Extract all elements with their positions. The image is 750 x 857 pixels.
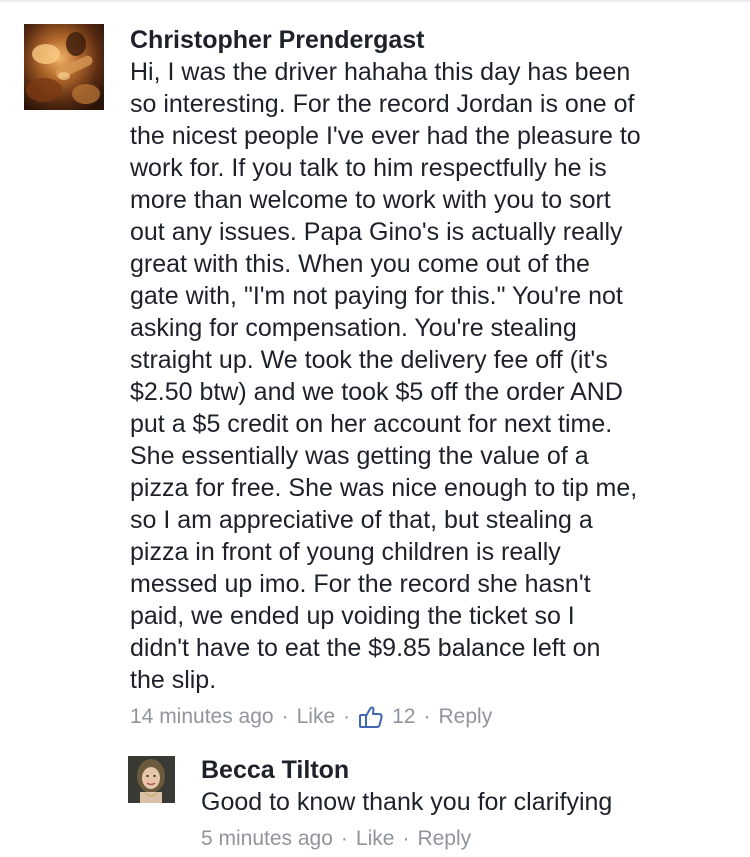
like-button[interactable]: Like xyxy=(297,702,336,732)
reaction-count[interactable]: 12 xyxy=(392,702,415,732)
comment-text-line: so I am appreciative of that, but steali… xyxy=(130,506,593,534)
comment-text-line: pizza for free. She was nice enough to t… xyxy=(130,474,638,502)
reply-button[interactable]: Reply xyxy=(417,824,471,854)
separator-dot: · xyxy=(402,827,410,850)
comment-text-line: gate with, "I'm not paying for this." Yo… xyxy=(130,282,623,310)
comment-text-line: put a $5 credit on her account for next … xyxy=(130,410,613,438)
comment-text: Hi, I was the driver hahaha this day has… xyxy=(130,56,740,696)
comment-timestamp[interactable]: 14 minutes ago xyxy=(130,702,274,732)
avatar[interactable] xyxy=(24,24,104,110)
comment-text-line: asking for compensation. You're stealing xyxy=(130,314,577,342)
comment-text-line: so interesting. For the record Jordan is… xyxy=(130,90,635,118)
comment-body: Christopher Prendergast Hi, I was the dr… xyxy=(130,24,740,732)
comment-text-line: great with this. When you come out of th… xyxy=(130,250,590,278)
comment-text-line: the slip. xyxy=(130,666,217,694)
comment-text-line: work for. If you talk to him respectfull… xyxy=(130,154,607,182)
separator-dot: · xyxy=(340,827,348,850)
comment-author[interactable]: Christopher Prendergast xyxy=(130,24,740,56)
comment-text-line: more than welcome to work with you to so… xyxy=(130,186,611,214)
separator-dot: · xyxy=(343,705,351,728)
comment-meta: 14 minutes ago · Like · 12 · Reply xyxy=(130,702,740,732)
reply-button[interactable]: Reply xyxy=(439,702,493,732)
top-divider xyxy=(0,0,750,2)
profile-photo-icon xyxy=(24,24,104,110)
comment-text-line: Hi, I was the driver hahaha this day has… xyxy=(130,58,631,86)
like-button[interactable]: Like xyxy=(356,824,395,854)
separator-dot: · xyxy=(423,705,431,728)
comment-author[interactable]: Becca Tilton xyxy=(201,754,741,786)
comment-text-line: Good to know thank you for clarifying xyxy=(201,788,613,816)
separator-dot: · xyxy=(281,705,289,728)
comment-text-line: the nicest people I've ever had the plea… xyxy=(130,122,641,150)
comment-meta: 5 minutes ago · Like · Reply xyxy=(201,824,741,854)
comment-body: Becca Tilton Good to know thank you for … xyxy=(201,754,741,854)
comment-text-line: paid, we ended up voiding the ticket so … xyxy=(130,602,575,630)
comment-text-line: messed up imo. For the record she hasn't xyxy=(130,570,591,598)
avatar[interactable] xyxy=(128,756,175,803)
comment-text-line: out any issues. Papa Gino's is actually … xyxy=(130,218,623,246)
comment-timestamp[interactable]: 5 minutes ago xyxy=(201,824,333,854)
thumbs-up-icon[interactable] xyxy=(358,704,384,730)
profile-photo-icon xyxy=(128,756,175,803)
comment-text-line: didn't have to eat the $9.85 balance lef… xyxy=(130,634,601,662)
comment-text-line: straight up. We took the delivery fee of… xyxy=(130,346,608,374)
comment-text-line: pizza in front of young children is real… xyxy=(130,538,561,566)
comment-text-line: $2.50 btw) and we took $5 off the order … xyxy=(130,378,623,406)
comment-text-line: She essentially was getting the value of… xyxy=(130,442,589,470)
comment-text: Good to know thank you for clarifying xyxy=(201,786,741,818)
